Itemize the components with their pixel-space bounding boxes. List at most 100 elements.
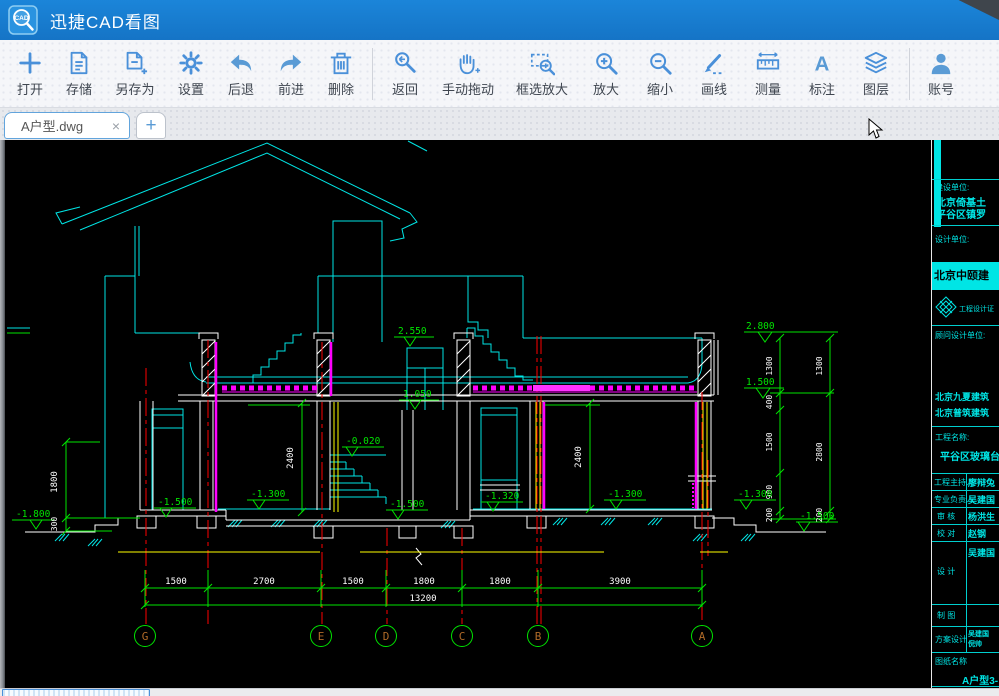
- mouse-cursor: [868, 118, 888, 142]
- svg-text:-1.500: -1.500: [158, 497, 193, 508]
- toolbar-label: 放大: [593, 79, 619, 98]
- svg-text:1800: 1800: [50, 471, 60, 493]
- drawing-canvas[interactable]: 1500 2700 1500 1800 1800 3900 13200 1800…: [0, 140, 999, 688]
- zoom-back-button[interactable]: 返回: [381, 44, 429, 104]
- svg-text:1.050: 1.050: [403, 389, 432, 400]
- svg-text:-1.320: -1.320: [485, 491, 520, 502]
- toolbar-label: 打开: [17, 79, 43, 98]
- box-zoom-button[interactable]: 框选放大: [507, 44, 577, 104]
- zoom-out-button[interactable]: 缩小: [635, 44, 685, 104]
- svg-text:C: C: [459, 630, 466, 643]
- toolbar: 打开 存储 另存为 设置 后退 前进 删除 返回: [0, 40, 999, 108]
- sheet-label: 图纸名称: [935, 656, 967, 667]
- svg-text:13200: 13200: [409, 594, 436, 604]
- svg-text:1800: 1800: [413, 577, 435, 587]
- settings-button[interactable]: 设置: [168, 44, 214, 104]
- svg-text:G: G: [142, 630, 149, 643]
- svg-text:2.800: 2.800: [746, 321, 775, 332]
- save-button[interactable]: 存储: [56, 44, 102, 104]
- svg-text:400: 400: [765, 395, 774, 410]
- annotate-button[interactable]: A 标注: [797, 44, 847, 104]
- account-button[interactable]: 账号: [918, 44, 964, 104]
- corner-decoration: [953, 0, 999, 20]
- client-name-2: 平谷区镇罗: [936, 206, 986, 221]
- layers-button[interactable]: 图层: [851, 44, 901, 104]
- toolbar-label: 返回: [392, 79, 418, 98]
- canvas-left-gutter: [0, 140, 5, 688]
- toolbar-label: 后退: [228, 79, 254, 98]
- pan-button[interactable]: 手动拖动: [433, 44, 503, 104]
- row-value: 吴建国: [968, 493, 995, 506]
- svg-text:-0.020: -0.020: [346, 436, 381, 447]
- measure-button[interactable]: 测量: [743, 44, 793, 104]
- box-zoom-icon: [529, 50, 555, 76]
- toolbar-label: 设置: [178, 79, 204, 98]
- zoom-out-icon: [647, 50, 673, 76]
- save-as-file-icon: [122, 50, 148, 76]
- toolbar-separator: [909, 48, 910, 100]
- svg-text:CAD: CAD: [14, 15, 28, 22]
- save-file-icon: [66, 50, 92, 76]
- back-button[interactable]: 后退: [218, 44, 264, 104]
- svg-text:1500: 1500: [765, 432, 774, 451]
- row-value: 吴建国: [968, 546, 995, 559]
- svg-text:-1.800: -1.800: [16, 509, 51, 520]
- row-value: 廖辩兔: [968, 476, 995, 489]
- cad-elevation-texts: 2.550 1.050 -0.020 -1.500 -1.500 -1.320 …: [16, 321, 835, 522]
- svg-text:3900: 3900: [609, 577, 631, 587]
- svg-text:1500: 1500: [165, 577, 187, 587]
- hand-drag-icon: [455, 50, 481, 76]
- row-value: 杨洪生: [968, 510, 995, 523]
- svg-text:1300: 1300: [765, 356, 774, 375]
- row-label: 制 图: [937, 610, 955, 621]
- zoom-in-icon: [593, 50, 619, 76]
- consultant-2: 北京普筑建筑: [935, 406, 989, 419]
- row-label: 校 对: [937, 528, 955, 539]
- forward-button[interactable]: 前进: [268, 44, 314, 104]
- new-tab-button[interactable]: +: [136, 112, 166, 139]
- tab-active-dwg[interactable]: A户型.dwg ×: [4, 112, 130, 139]
- toolbar-label: 另存为: [115, 79, 154, 98]
- user-icon: [928, 50, 954, 76]
- row-value: 赵钢: [968, 527, 986, 540]
- save-as-button[interactable]: 另存为: [106, 44, 164, 104]
- horizontal-scrollbar-thumb[interactable]: [2, 689, 150, 696]
- consultant-label: 顾问设计单位:: [935, 330, 985, 341]
- tab-title: A户型.dwg: [21, 116, 112, 135]
- svg-text:-1.300: -1.300: [608, 489, 643, 500]
- toolbar-label: 画线: [701, 79, 727, 98]
- zoom-in-button[interactable]: 放大: [581, 44, 631, 104]
- magnifier-return-icon: [392, 50, 418, 76]
- pencil-icon: [701, 50, 727, 76]
- svg-text:E: E: [318, 630, 325, 643]
- draw-line-button[interactable]: 画线: [689, 44, 739, 104]
- sheet-name: A户型3-: [962, 672, 998, 687]
- open-button[interactable]: 打开: [8, 44, 52, 104]
- svg-text:B: B: [535, 630, 542, 643]
- toolbar-label: 标注: [809, 79, 835, 98]
- toolbar-label: 缩小: [647, 79, 673, 98]
- svg-text:300: 300: [50, 517, 59, 532]
- svg-text:1800: 1800: [489, 577, 511, 587]
- forward-arrow-icon: [278, 50, 304, 76]
- svg-text:1.500: 1.500: [746, 377, 775, 388]
- row-value-2: 倪帅: [968, 639, 982, 649]
- trash-icon: [328, 50, 354, 76]
- cad-cyan-lines: [7, 141, 755, 546]
- letter-a-icon: A: [809, 50, 835, 76]
- consultant-1: 北京九夏建筑: [935, 390, 989, 403]
- svg-text:-1.500: -1.500: [800, 511, 835, 522]
- tab-close-icon[interactable]: ×: [112, 118, 120, 134]
- tab-bar: A户型.dwg × +: [0, 108, 999, 140]
- svg-text:A: A: [815, 53, 830, 75]
- project-name: 平谷区玻璃台: [940, 448, 999, 463]
- svg-text:2800: 2800: [815, 442, 824, 461]
- toolbar-label: 删除: [328, 79, 354, 98]
- gear-icon: [178, 50, 204, 76]
- delete-button[interactable]: 删除: [318, 44, 364, 104]
- cad-grid-letters: G E D C B A: [142, 630, 706, 643]
- svg-text:2400: 2400: [286, 447, 296, 469]
- svg-text:-1.500: -1.500: [390, 499, 425, 510]
- cad-yellow-lines: [118, 402, 728, 552]
- back-arrow-icon: [228, 50, 254, 76]
